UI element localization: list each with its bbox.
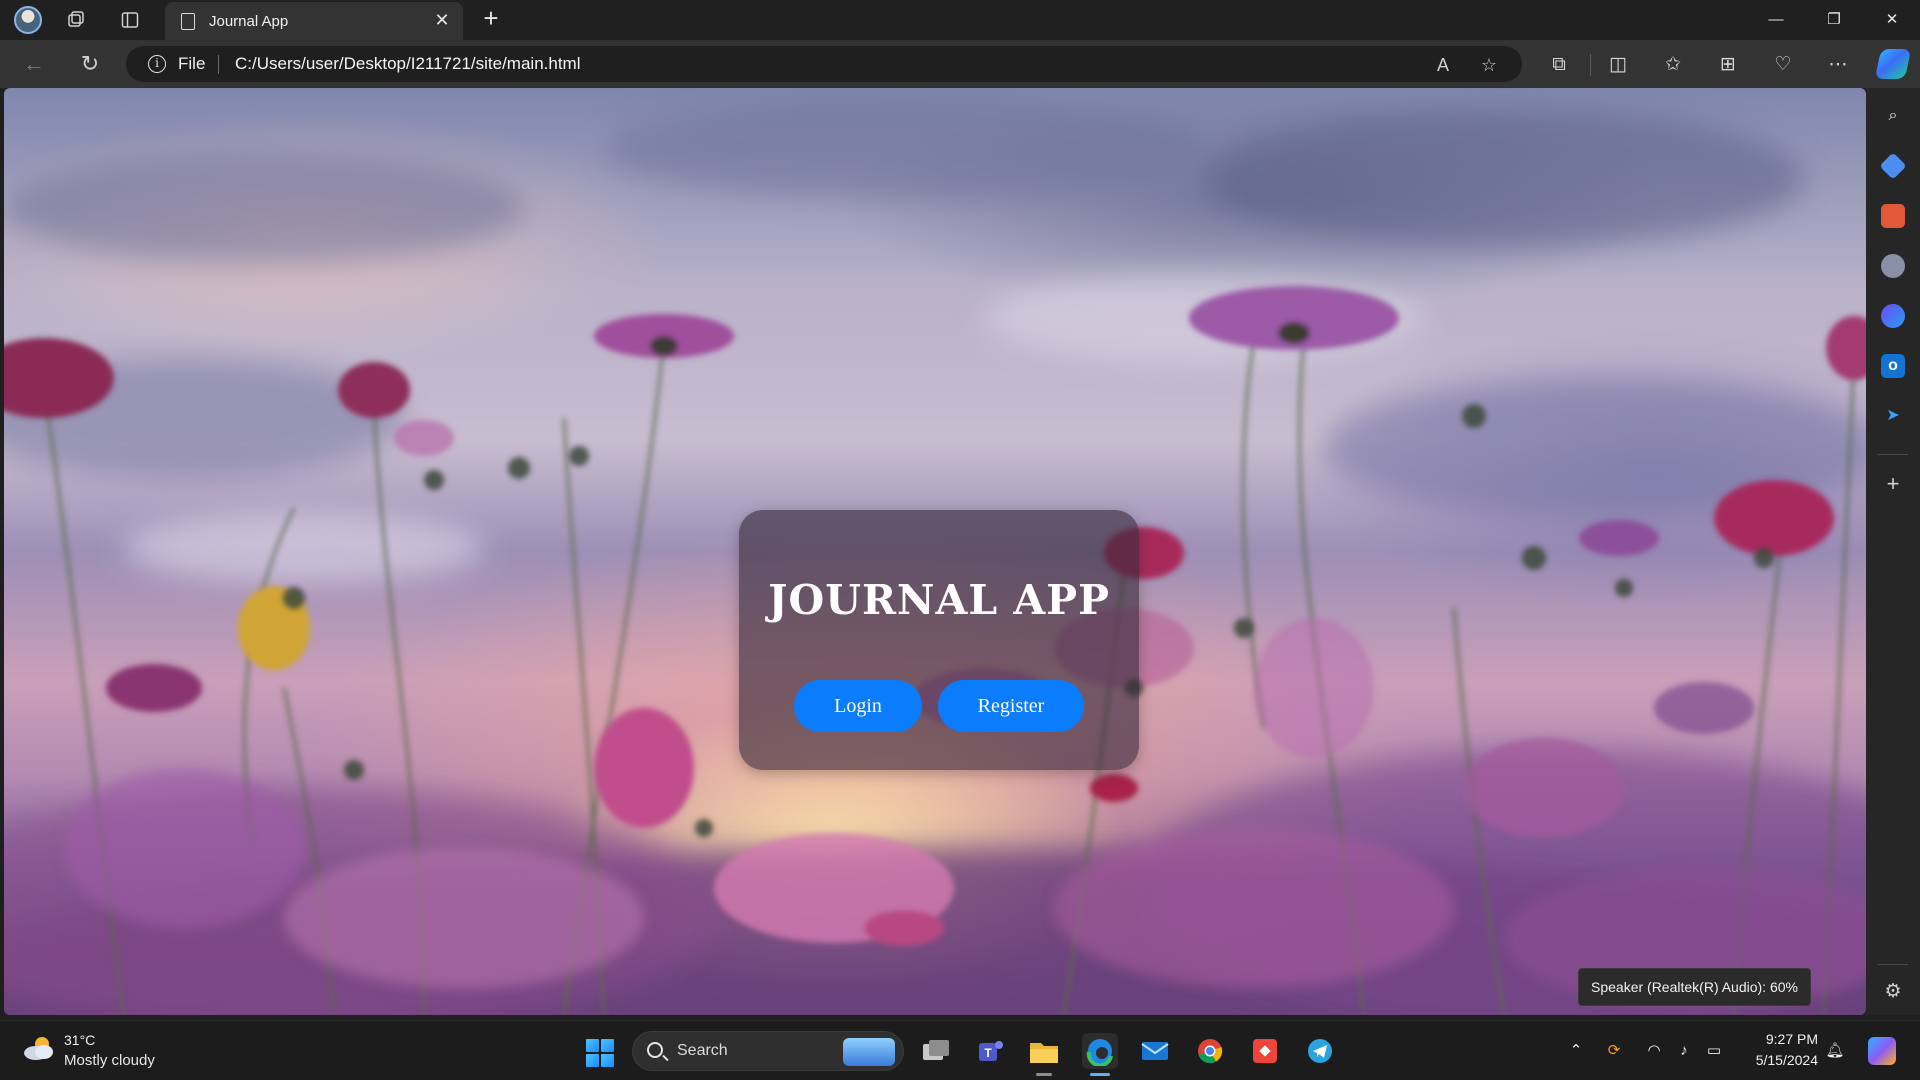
back-arrow-icon[interactable]: ← [20,50,48,78]
edge-active-indicator [1090,1073,1110,1076]
browser-essentials-icon[interactable]: ♡ [1770,52,1796,78]
microsoft-365-icon[interactable] [1881,304,1905,328]
collections-icon[interactable]: ⊞ [1715,52,1741,78]
workspaces-icon[interactable] [64,8,88,32]
extensions-icon[interactable]: ⧉ [1546,52,1572,78]
page-viewport: JOURNAL APP Login Register [4,88,1866,1015]
chrome-icon[interactable] [1192,1033,1228,1069]
svg-text:T: T [984,1046,992,1060]
read-aloud-icon[interactable]: A [1432,54,1454,76]
speaker-volume-icon[interactable]: ♪ [1674,1041,1694,1061]
address-bar[interactable]: i File C:/Users/user/Desktop/I211721/sit… [126,46,1522,82]
more-options-icon[interactable]: ⋯ [1825,52,1851,78]
scheme-label: File [178,54,206,73]
sidebar-separator-bottom [1878,964,1908,965]
register-button[interactable]: Register [938,680,1084,732]
windows-taskbar: 31°C Mostly cloudy Search T ⌃ ⟳ ◠ ♪ ▭ 9:… [0,1020,1920,1080]
games-icon[interactable] [1881,254,1905,278]
wifi-icon[interactable]: ◠ [1644,1041,1664,1061]
tab-close-icon[interactable]: ✕ [431,9,453,31]
vertical-tabs-icon[interactable] [118,8,142,32]
teams-icon[interactable]: T [972,1033,1008,1069]
login-button[interactable]: Login [794,680,922,732]
telegram-icon[interactable] [1302,1033,1338,1069]
sidebar-separator [1878,454,1908,455]
tools-briefcase-icon[interactable] [1881,204,1905,228]
anydesk-icon[interactable] [1247,1033,1283,1069]
taskbar-search-box[interactable]: Search [632,1031,904,1071]
refresh-icon[interactable]: ↻ [76,50,104,78]
windows-start-icon[interactable] [586,1039,614,1067]
volume-tooltip: Speaker (Realtek(R) Audio): 60% [1578,968,1811,1006]
weather-condition[interactable]: Mostly cloudy [64,1052,155,1069]
favorite-star-icon[interactable]: ☆ [1478,54,1500,76]
task-view-icon[interactable] [918,1033,954,1069]
new-tab-plus-icon[interactable]: + [478,5,504,32]
favorites-icon[interactable]: ✩ [1660,52,1686,78]
toolbar-separator [1590,54,1591,76]
edge-browser-icon[interactable] [1082,1033,1118,1069]
sidebar-search-icon[interactable]: ⌕ [1881,104,1905,128]
clock-date[interactable]: 5/15/2024 [1730,1052,1818,1068]
page-document-icon [181,13,195,30]
shopping-tag-icon[interactable] [1879,152,1907,180]
sync-update-icon[interactable]: ⟳ [1604,1041,1624,1061]
explorer-running-indicator [1036,1073,1052,1076]
restore-button[interactable]: ❐ [1806,0,1862,40]
file-explorer-folder-icon[interactable] [1026,1033,1062,1069]
send-arrow-icon[interactable]: ➤ [1881,404,1905,428]
mail-icon[interactable] [1137,1033,1173,1069]
edge-sidebar: ⌕ o ➤ + ⚙ [1866,88,1920,1015]
tab-journal-app[interactable]: Journal App ✕ [165,2,463,40]
clock-time[interactable]: 9:27 PM [1730,1031,1818,1047]
weather-cloud-sun-icon[interactable] [22,1033,56,1063]
close-window-button[interactable]: ✕ [1864,0,1920,40]
search-label: Search [677,1042,728,1059]
minimize-button[interactable]: — [1748,0,1804,40]
page-title: JOURNAL APP [768,576,1110,624]
notification-bell-icon[interactable]: 🔔︎ [1825,1041,1845,1061]
split-screen-icon[interactable]: ◫ [1605,52,1631,78]
browser-title-bar: Journal App ✕ + — ❐ ✕ [0,0,1920,40]
show-hidden-icons-chevron-icon[interactable]: ⌃ [1566,1041,1586,1061]
copilot-taskbar-icon[interactable] [1868,1037,1896,1065]
add-sidebar-app-icon[interactable]: + [1881,472,1905,496]
weather-temperature[interactable]: 31°C [64,1032,95,1048]
tab-title: Journal App [209,13,289,30]
site-info-icon[interactable]: i [148,55,166,73]
sidebar-settings-gear-icon[interactable]: ⚙ [1881,980,1905,1004]
browser-toolbar: ← ↻ i File C:/Users/user/Desktop/I211721… [0,40,1920,88]
outlook-icon[interactable]: o [1881,354,1905,378]
address-separator [218,55,219,74]
copilot-icon[interactable] [1874,49,1912,79]
battery-icon[interactable]: ▭ [1704,1041,1724,1061]
search-highlight-image [843,1038,895,1066]
url-text[interactable]: C:/Users/user/Desktop/I211721/site/main.… [235,54,581,74]
search-icon [647,1042,663,1058]
journal-app-card: JOURNAL APP Login Register [739,510,1139,770]
profile-avatar-icon[interactable] [14,6,42,34]
